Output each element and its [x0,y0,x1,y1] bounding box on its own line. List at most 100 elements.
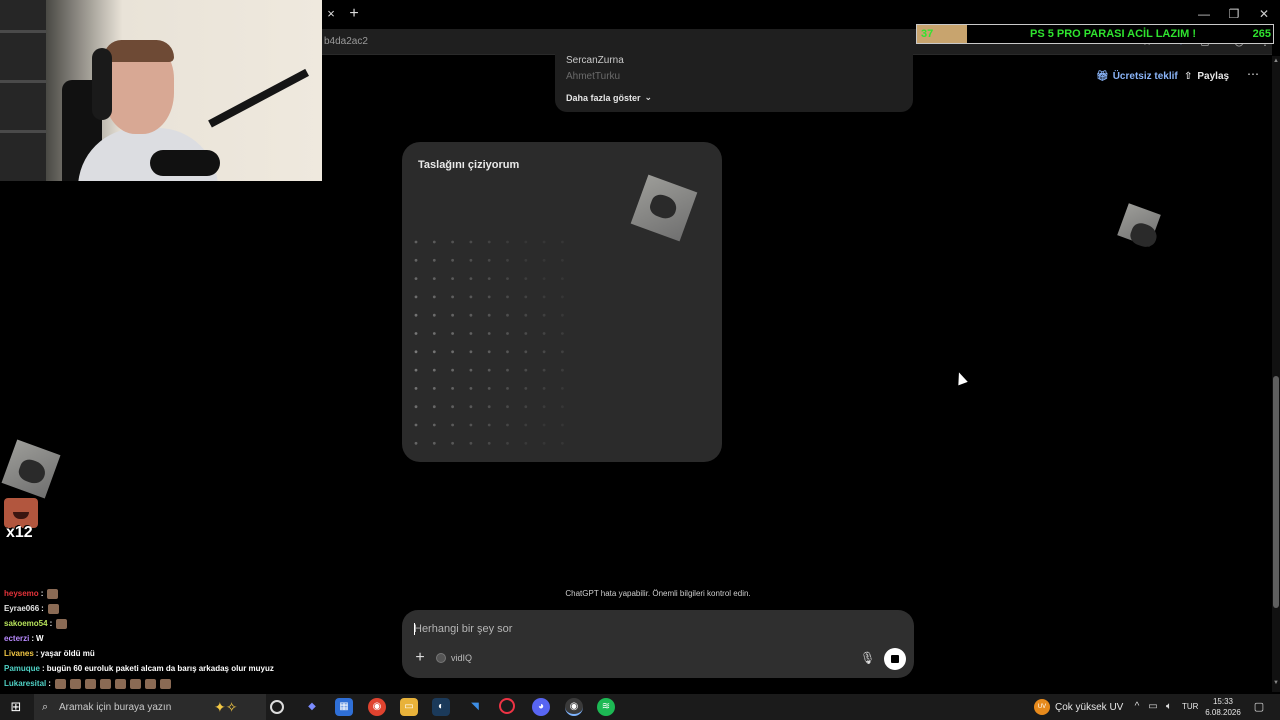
loading-dot [487,350,491,354]
free-offer-button[interactable]: 🎁︎ Ücretsiz teklif [1096,69,1178,83]
add-attachment-button[interactable]: + [412,650,428,666]
address-url[interactable]: b4da2ac2 [324,36,368,47]
input-language-indicator[interactable]: TUR [1182,702,1198,711]
chrome-active-icon[interactable]: ◉ [565,698,583,716]
loading-dot [542,313,546,317]
stop-generation-button[interactable] [884,648,906,670]
loading-dot [451,240,454,244]
loading-dot [414,332,418,335]
loading-dot [432,277,436,280]
loading-dot [542,441,546,445]
app-icon-blue[interactable]: ◥ [466,698,484,716]
chat-main-area: 🎁︎ Ücretsiz teklif ⇧ Paylaş ⋯ SercanZurn… [322,46,1272,692]
loading-dot [561,240,564,244]
app-icon-red-ring[interactable] [499,698,515,714]
chat-emote-image [114,678,126,689]
windows-taskbar: ⊞ ⌕ Aramak için buraya yazın ✦✧ ◆ ▦ ◉ ▭ … [0,694,1280,720]
loading-dot [524,295,528,299]
goal-text: PS 5 PRO PARASI ACİL LAZIM ! [1029,28,1197,40]
chat-username: Eyrae066 [4,604,40,613]
chat-username: Pamuque [4,664,41,673]
loading-dot [561,368,564,372]
clock[interactable]: 15:33 6.08.2026 [1202,696,1244,718]
webcam-overlay [0,0,322,181]
stream-chat-message: Eyrae066 : [4,601,322,616]
network-icon[interactable]: ▭ [1147,700,1159,714]
chat-message-text: yaşar öldü mü [40,649,95,658]
chat-emote-image [159,678,171,689]
chat-separator: : [31,634,35,643]
loading-dot [561,313,564,317]
source-item[interactable]: SercanZurna [566,55,624,66]
chat-emote-image [129,678,141,689]
file-explorer-icon[interactable]: ▭ [400,698,418,716]
scroll-down-arrow-icon[interactable]: ▼ [1272,680,1280,688]
image-generation-card: Taslağını çiziyorum [402,142,722,462]
loading-dot [414,387,418,390]
tray-expand-chevron-icon[interactable]: ^ [1131,700,1143,714]
window-close-icon[interactable]: ✕ [1253,5,1275,23]
chat-username: heysemo [4,589,39,598]
vidiq-tool-button[interactable]: vidIQ [436,653,472,663]
loading-dot [506,441,509,445]
stream-chat-log: heysemo : Eyrae066 : sakoemo54 : ecterzi :W… [4,586,322,706]
loading-dot [451,295,454,299]
chrome-icon[interactable]: ◉ [368,698,386,716]
microphone-icon[interactable]: 🎙︎ [860,650,875,666]
loading-dot [561,277,564,280]
disclaimer-text: ChatGPT hata yapabilir. Önemli bilgileri… [565,589,751,598]
loading-dot [451,258,454,262]
weather-widget[interactable]: UV Çok yüksek UV [1034,699,1123,715]
stream-chat-message: heysemo : [4,586,322,601]
loading-dot [414,258,418,262]
loading-dot [469,258,473,262]
discord-icon[interactable]: ◕ [532,698,550,716]
tab-close-icon[interactable]: × [324,6,338,22]
new-tab-icon[interactable]: + [346,5,362,23]
source-item[interactable]: AhmetTurku [566,71,620,82]
chat-emote-image [99,678,111,689]
chat-username: sakoemo54 [4,619,48,628]
chat-message-text: W [36,634,44,643]
app-icon-purple[interactable]: ◆ [303,698,321,716]
scroll-up-arrow-icon[interactable]: ▲ [1272,58,1280,66]
prompt-input[interactable] [414,620,794,638]
loading-dot [451,332,454,335]
chat-emote-image [54,678,66,689]
loading-dot [469,295,473,299]
minimize-icon[interactable]: — [1193,5,1215,23]
page-scrollbar[interactable]: ▲ ▼ [1272,56,1280,692]
chat-emote-image [84,678,96,689]
loading-dot [414,313,418,317]
scrollbar-thumb[interactable] [1273,376,1279,608]
show-more-button[interactable]: Daha fazla göster ⌄ [566,92,652,103]
restore-icon[interactable]: ❐ [1223,5,1245,23]
windows-start-icon[interactable]: ⊞ [8,699,24,715]
message-composer[interactable]: + vidIQ 🎙︎ [402,610,914,678]
taskbar-search-placeholder: Aramak için buraya yazın [59,702,172,713]
loading-dot [451,387,454,390]
cortana-icon[interactable] [270,700,284,714]
loading-dot [561,332,564,335]
loading-dot [542,405,546,409]
taskbar-search-box[interactable]: ⌕ Aramak için buraya yazın ✦✧ [34,694,266,720]
chat-separator: : [42,664,45,673]
webcam-shelf [0,0,46,181]
loading-dot [542,368,546,372]
steam-icon[interactable]: ◐ [432,698,450,716]
volume-icon[interactable]: 🔈︎ [1163,700,1175,714]
vidiq-label: vidIQ [451,653,473,663]
microsoft-store-icon[interactable]: ▦ [335,698,353,716]
notification-center-icon[interactable]: ▢ [1252,700,1266,714]
spotify-icon[interactable]: ≋ [597,698,615,716]
stream-chat-message: Pamuque : bugün 60 euroluk paketi alcam d… [4,661,322,676]
chat-emote-image [47,603,59,614]
loading-dot [542,295,546,299]
free-offer-label: Ücretsiz teklif [1112,70,1178,82]
loading-dot [469,423,473,427]
loading-dot [451,405,454,409]
loading-dot [414,405,418,409]
goal-count-left: 37 [917,25,967,43]
share-button[interactable]: ⇧ Paylaş [1184,69,1229,83]
more-options-icon[interactable]: ⋯ [1244,68,1262,82]
